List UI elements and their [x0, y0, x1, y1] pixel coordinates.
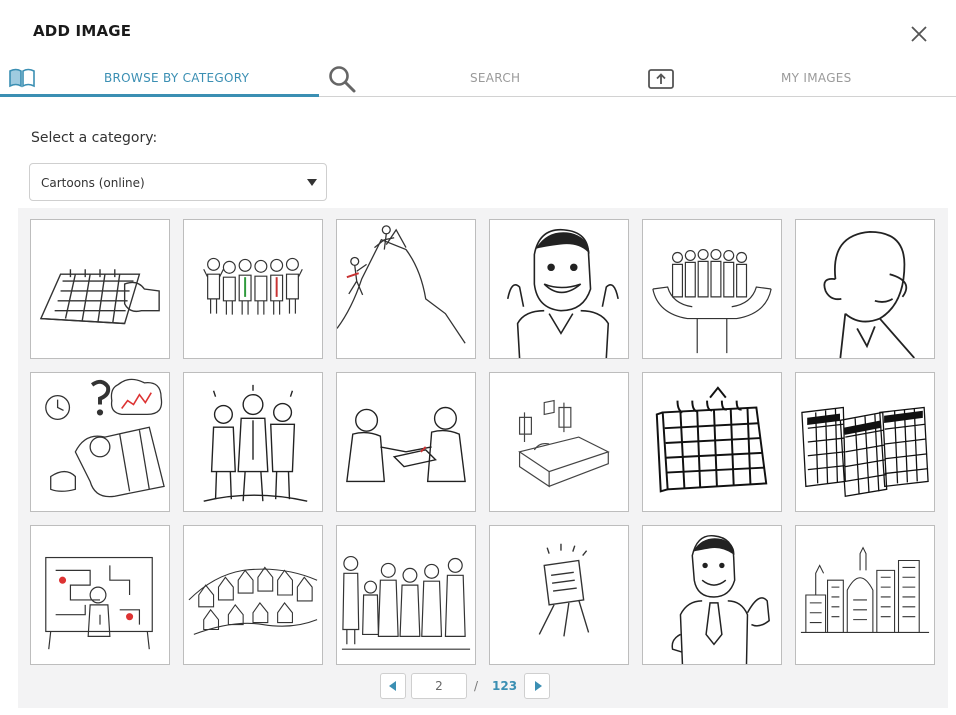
previous-page-button[interactable]: [380, 673, 406, 699]
chevron-right-icon: [535, 681, 542, 691]
upload-icon: [647, 67, 675, 91]
image-thumbnail[interactable]: [642, 219, 782, 359]
next-page-button[interactable]: [524, 673, 550, 699]
image-thumbnail[interactable]: [183, 219, 323, 359]
tab-search[interactable]: SEARCH: [319, 62, 637, 96]
image-thumbnail[interactable]: [183, 525, 323, 665]
tab-label: SEARCH: [470, 71, 521, 85]
image-thumbnail[interactable]: [30, 372, 170, 512]
image-thumbnail[interactable]: [489, 219, 629, 359]
image-thumbnail[interactable]: [183, 372, 323, 512]
dialog-title: ADD IMAGE: [33, 22, 132, 40]
image-thumbnail[interactable]: [642, 525, 782, 665]
tab-label: BROWSE BY CATEGORY: [104, 71, 250, 85]
image-thumbnail[interactable]: [642, 372, 782, 512]
image-thumbnail[interactable]: [795, 525, 935, 665]
image-thumbnail[interactable]: [489, 525, 629, 665]
image-thumbnail[interactable]: [336, 525, 476, 665]
chevron-down-icon: [307, 179, 317, 186]
tab-my-images[interactable]: MY IMAGES: [637, 62, 956, 96]
image-thumbnail[interactable]: [489, 372, 629, 512]
active-tab-indicator: [0, 94, 319, 97]
category-select-value: Cartoons (online): [41, 176, 145, 190]
image-thumbnail[interactable]: [336, 372, 476, 512]
category-select[interactable]: Cartoons (online): [29, 163, 327, 201]
book-icon: [8, 67, 36, 89]
image-thumbnail[interactable]: [336, 219, 476, 359]
tab-browse-by-category[interactable]: BROWSE BY CATEGORY: [0, 62, 319, 97]
tab-bar: BROWSE BY CATEGORY SEARCH MY IMAGES: [0, 62, 956, 97]
image-thumbnail[interactable]: [30, 525, 170, 665]
close-icon[interactable]: [908, 23, 930, 45]
image-thumbnail[interactable]: [795, 372, 935, 512]
category-label: Select a category:: [31, 130, 158, 146]
chevron-left-icon: [389, 681, 396, 691]
search-icon: [327, 64, 357, 94]
image-thumbnail[interactable]: [30, 219, 170, 359]
page-total: 123: [492, 679, 518, 693]
page-number-input[interactable]: [411, 673, 467, 699]
tab-label: MY IMAGES: [781, 71, 852, 85]
page-separator: /: [474, 679, 479, 693]
image-thumbnail[interactable]: [795, 219, 935, 359]
